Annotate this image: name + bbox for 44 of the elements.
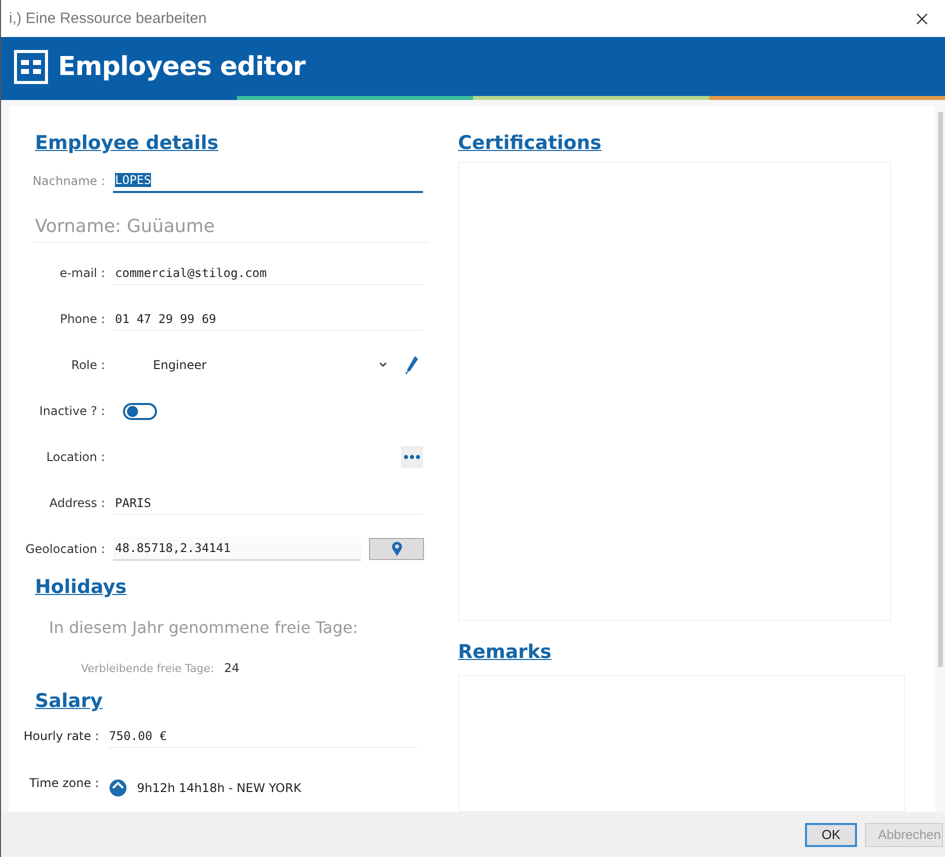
remaining-days-value: 24: [224, 661, 240, 675]
field-label: Geolocation :: [24, 542, 106, 556]
text-field[interactable]: PARIS: [113, 491, 423, 515]
field-label: Phone :: [58, 312, 106, 326]
text-field[interactable]: commercial@stilog.com: [113, 261, 423, 285]
section-heading: Employee details: [35, 131, 218, 156]
text-field[interactable]: LOPES: [113, 169, 423, 193]
section-heading: Remarks: [458, 640, 552, 665]
field-label: Nachname :: [32, 174, 106, 188]
pencil-icon[interactable]: [405, 355, 419, 375]
field-label: Inactive ? :: [38, 404, 106, 418]
text-field[interactable]: 01 47 29 99 69: [113, 307, 423, 331]
field-value: LOPES: [115, 173, 152, 187]
field-value: 48.85718,2.34141: [115, 541, 231, 555]
grid-icon: [14, 50, 48, 84]
field-value: commercial@stilog.com: [115, 266, 267, 280]
role-dropdown[interactable]: Engineer: [113, 353, 393, 377]
close-icon[interactable]: [916, 12, 928, 24]
field-label: Role :: [70, 358, 106, 372]
more-icon[interactable]: [401, 446, 423, 468]
editor-title: Employees editor: [58, 52, 306, 82]
field-value: PARIS: [115, 496, 152, 510]
text-field[interactable]: 48.85718,2.34141: [113, 537, 361, 561]
dialog-button[interactable]: OK: [805, 822, 857, 846]
window-title: i,) Eine Ressource bearbeiten: [9, 10, 207, 27]
map-pin-button[interactable]: [369, 538, 424, 560]
remaining-days-label: Verbleibende freie Tage:: [81, 662, 214, 674]
field-label: e-mail :: [58, 266, 106, 280]
field-value: 750.00 €: [109, 728, 167, 742]
field-label: Hourly rate :: [22, 729, 100, 743]
map-pin-icon: [390, 541, 402, 557]
field-label: Time zone :: [28, 776, 100, 790]
section-heading: Holidays: [35, 575, 127, 600]
field-label: Location :: [45, 450, 106, 464]
toggle-switch[interactable]: [123, 402, 157, 420]
text-field[interactable]: 750.00 €: [107, 724, 417, 748]
field-label: Address :: [48, 496, 106, 510]
first-name-field[interactable]: Vorname: Guüaume: [33, 212, 429, 242]
days-taken-label: In diesem Jahr genommene freie Tage:: [49, 618, 359, 639]
chevron-down-icon: [379, 362, 387, 368]
section-heading: Certifications: [458, 131, 602, 156]
section-heading: Salary: [35, 689, 103, 714]
timezone-dropdown[interactable]: 9h12h 14h18h - NEW YORK: [107, 776, 417, 800]
field-value: 01 47 29 99 69: [115, 312, 216, 326]
